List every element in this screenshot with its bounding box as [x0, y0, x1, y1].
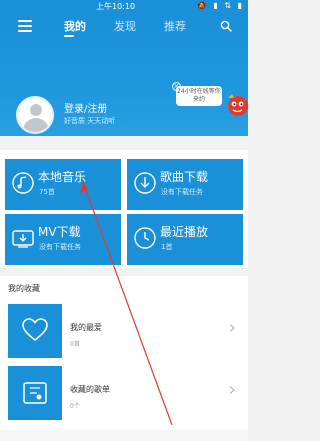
tile-recent-play[interactable]: 最近播放 1首: [127, 214, 243, 265]
chevron-right-icon[interactable]: [228, 324, 236, 332]
row-subtitle: 0首: [70, 341, 80, 348]
tab-mine[interactable]: 我的: [64, 18, 86, 34]
row-title[interactable]: 收藏的歌单: [70, 384, 110, 395]
tile-local-music[interactable]: 本地音乐 75首: [5, 159, 121, 210]
status-time: 上午10:10: [96, 2, 136, 11]
favorites-cover[interactable]: [8, 304, 62, 358]
clock-icon: [134, 227, 156, 249]
login-register-link[interactable]: 登录/注册: [64, 100, 107, 115]
tab-discover[interactable]: 发现: [114, 18, 136, 34]
tile-mv-download[interactable]: MV下载 没有下载任务: [5, 214, 121, 265]
mascot-icon[interactable]: [224, 92, 248, 120]
feature-grid: 本地音乐 75首 歌曲下载 没有下载任务 MV下载 没有下载任务 最近播放 1首: [0, 150, 248, 268]
download-icon: [134, 172, 156, 194]
mv-download-icon: [12, 230, 34, 248]
bottom-strip: [0, 430, 248, 441]
top-tabs: 我的 发现 推荐: [56, 16, 196, 37]
search-icon[interactable]: [220, 20, 232, 32]
tile-subtitle: 75首: [39, 188, 55, 196]
section-title: 我的收藏: [8, 284, 40, 293]
tile-title: 本地音乐: [38, 170, 87, 184]
playlist-cover[interactable]: [8, 366, 62, 420]
kefu-bubble[interactable]: 24小时在线等你来约: [176, 86, 222, 106]
tile-subtitle: 1首: [161, 243, 173, 251]
chevron-right-icon[interactable]: [228, 386, 236, 394]
row-subtitle: 0个: [70, 403, 80, 410]
status-bar: 上午10:10 🔕 ▮ ⇅ ▮: [0, 0, 248, 12]
row-title[interactable]: 我的最爱: [70, 322, 102, 333]
local-music-icon: [12, 172, 34, 194]
tile-song-download[interactable]: 歌曲下载 没有下载任务: [127, 159, 243, 210]
login-subtitle: 好音质 天天动听: [64, 117, 116, 125]
tile-subtitle: 没有下载任务: [39, 243, 81, 251]
avatar[interactable]: [16, 96, 54, 134]
menu-icon[interactable]: [18, 20, 32, 32]
tab-recommend[interactable]: 推荐: [164, 18, 186, 34]
playlist-icon: [23, 382, 47, 404]
collection-section: 我的收藏 我的最爱 0首 收藏的歌单 0个: [0, 276, 248, 441]
status-icons: 🔕 ▮ ⇅ ▮: [196, 1, 244, 10]
tile-title: 歌曲下载: [160, 170, 209, 184]
tile-title: 最近播放: [160, 225, 209, 239]
tile-title: MV下载: [38, 225, 81, 239]
tab-underline: [64, 35, 74, 37]
heart-icon: [22, 318, 48, 342]
tile-subtitle: 没有下载任务: [161, 188, 203, 196]
